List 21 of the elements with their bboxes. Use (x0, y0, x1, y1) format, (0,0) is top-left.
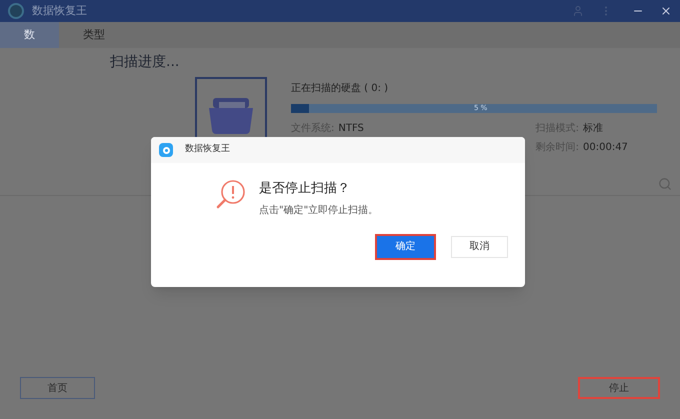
disk-label: 正在扫描的硬盘 ( 0: ) (291, 82, 390, 96)
filesystem-value: NTFS (338, 122, 364, 136)
time-value: 00:00:47 (583, 141, 629, 155)
close-icon[interactable] (660, 5, 672, 17)
cancel-button[interactable]: 取消 (451, 236, 508, 258)
stop-button[interactable]: 停止 (578, 377, 660, 399)
dialog-question: 是否停止扫描？ (259, 180, 351, 198)
scan-mode-value: 标准 (583, 122, 604, 136)
tab[interactable]: 数 (0, 22, 59, 48)
dialog-title: 数据恢复王 (185, 143, 230, 156)
app-logo-icon (8, 3, 24, 19)
tab[interactable]: 类型 (59, 22, 129, 48)
app-logo-icon (159, 143, 173, 157)
window-title: 数据恢复王 (32, 2, 87, 19)
user-icon[interactable] (572, 5, 584, 17)
confirm-button[interactable]: 确定 (377, 236, 434, 258)
dialog-message: 点击"确定"立即停止扫描。 (259, 204, 378, 218)
scan-heading: 扫描进度... (110, 53, 180, 72)
search-icon[interactable] (658, 177, 672, 191)
home-button[interactable]: 首页 (20, 377, 95, 399)
warning-search-icon (215, 179, 247, 211)
